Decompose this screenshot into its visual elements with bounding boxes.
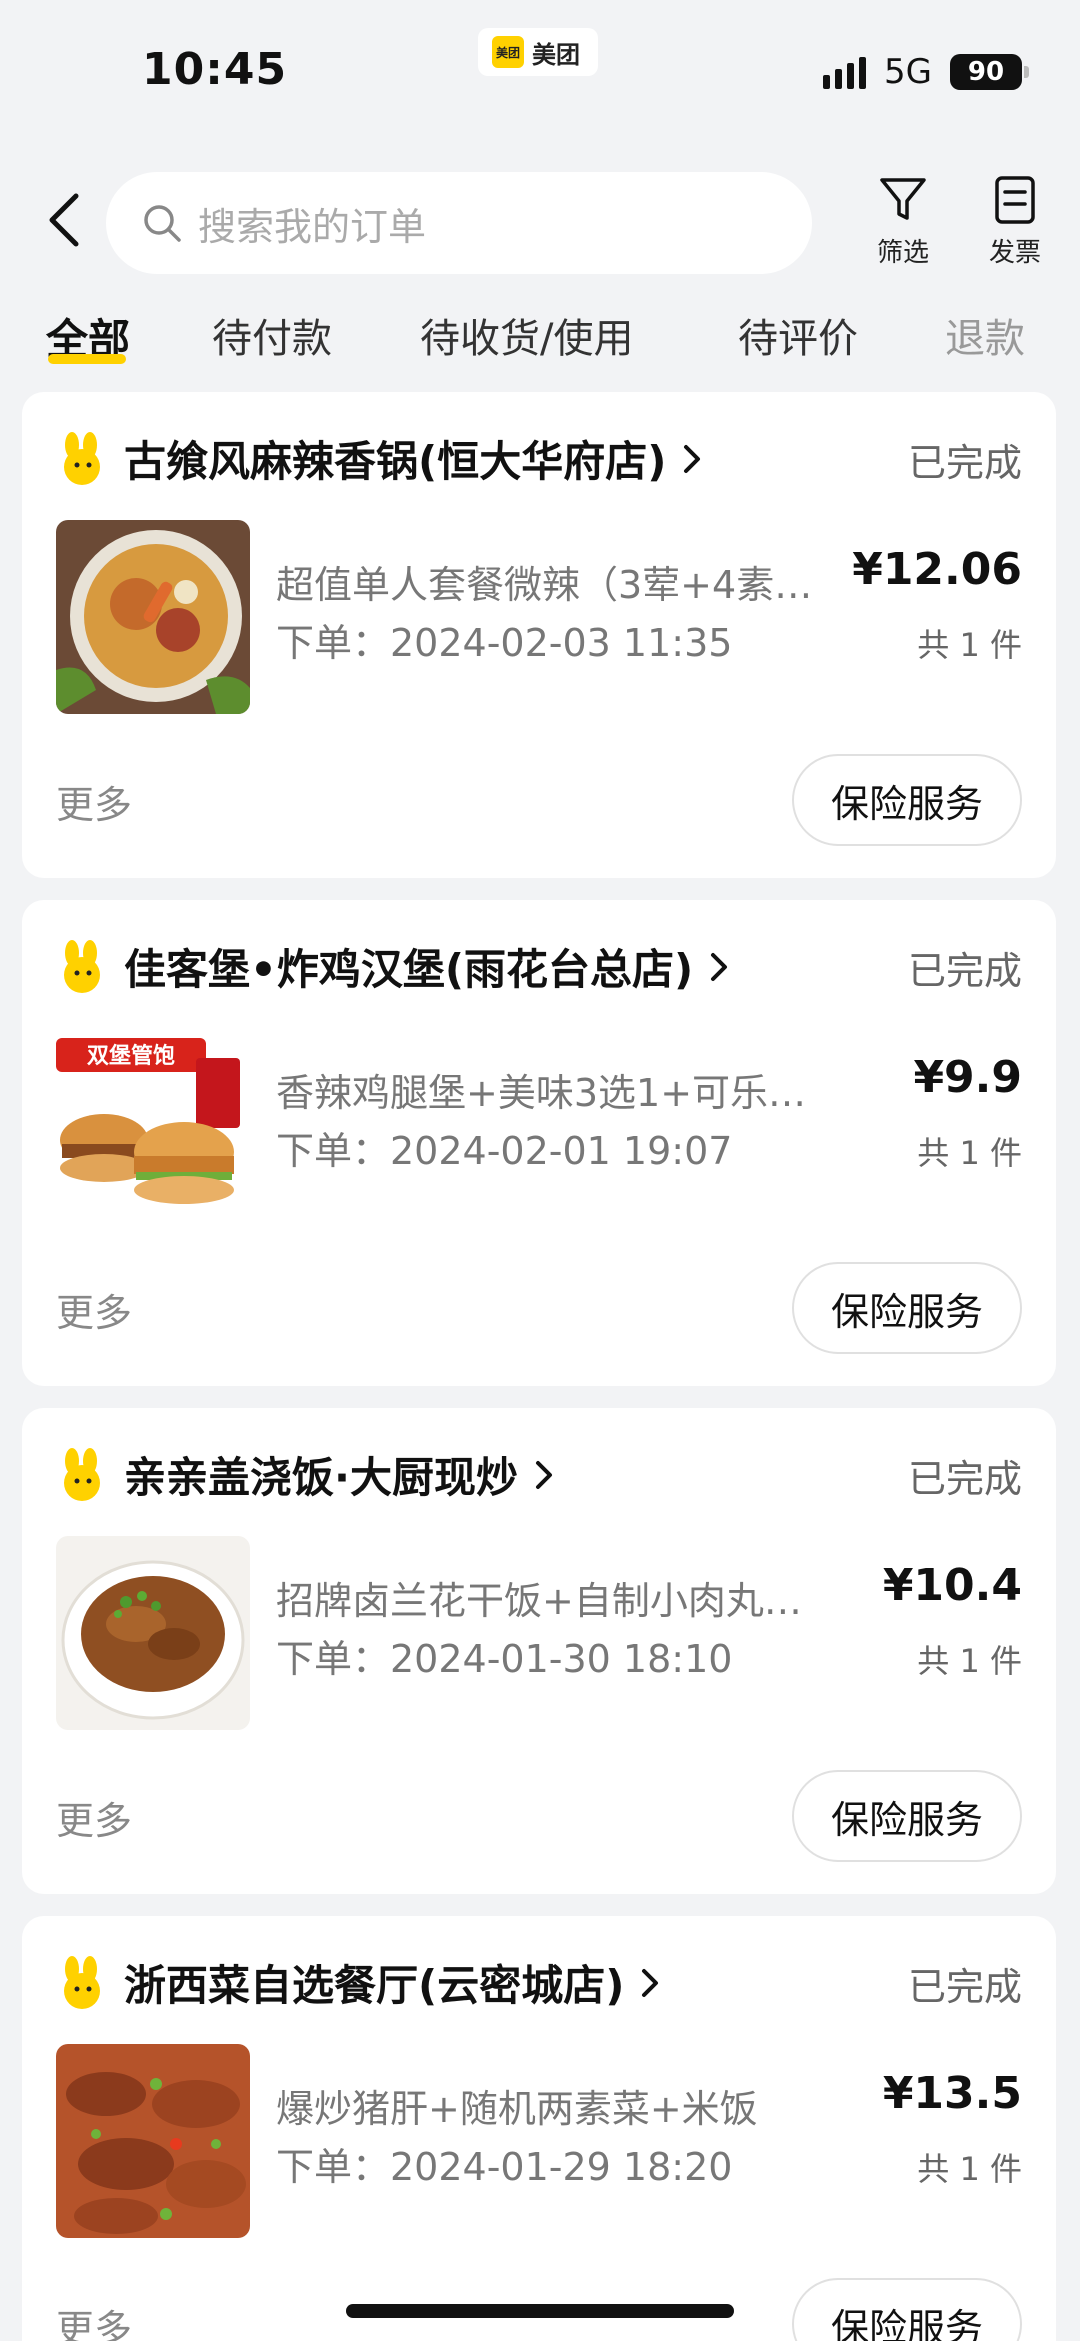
kangaroo-mascot-icon xyxy=(64,1447,100,1501)
order-price: ¥13.5 xyxy=(882,2068,1022,2119)
more-button[interactable]: 更多 xyxy=(56,774,132,829)
store-link[interactable]: 浙西菜自选餐厅(云密城店) xyxy=(58,1952,662,2013)
order-price: ¥9.9 xyxy=(913,1052,1022,1103)
order-time: 下单：2024-01-29 18:20 xyxy=(276,2145,733,2189)
battery-level: 90 xyxy=(967,57,1005,87)
insurance-service-button[interactable]: 保险服务 xyxy=(792,754,1022,846)
header: 搜索我的订单 筛选 发票 xyxy=(0,160,1080,290)
chevron-right-icon xyxy=(535,1460,552,1489)
invoice-icon xyxy=(995,176,1035,224)
item-name: 香辣鸡腿堡+美味3选1+可乐1杯 xyxy=(276,1071,816,1115)
order-card[interactable]: 佳客堡•炸鸡汉堡(雨花台总店) 已完成 双堡管饱 香辣鸡腿堡+美味3选1+可乐1… xyxy=(22,900,1056,1386)
network-type: 5G xyxy=(884,52,932,92)
tab-pending-payment[interactable]: 待付款 xyxy=(212,306,332,364)
more-button[interactable]: 更多 xyxy=(56,2298,132,2341)
store-link[interactable]: 亲亲盖浇饭·大厨现炒 xyxy=(58,1444,556,1505)
battery-icon: 90 xyxy=(950,54,1029,90)
status-indicators: 5G 90 xyxy=(823,52,1029,92)
store-link[interactable]: 古飨风麻辣香锅(恒大华府店) xyxy=(58,428,704,489)
item-name: 招牌卤兰花干饭+自制小肉丸+2个荤菜 xyxy=(276,1579,816,1623)
order-time: 下单：2024-02-01 19:07 xyxy=(276,1129,733,1173)
store-name: 浙西菜自选餐厅(云密城店) xyxy=(124,1961,625,2010)
store-link[interactable]: 佳客堡•炸鸡汉堡(雨花台总店) xyxy=(58,936,731,997)
status-time: 10:45 xyxy=(142,44,288,95)
kangaroo-mascot-icon xyxy=(64,431,100,485)
status-bar: 10:45 美团 美团 5G 90 xyxy=(0,0,1080,140)
filter-icon xyxy=(880,178,926,220)
filter-button[interactable]: 筛选 xyxy=(858,174,948,274)
order-card[interactable]: 亲亲盖浇饭·大厨现炒 已完成 招牌卤兰花干饭+自制小肉丸+2个荤菜 下单：202… xyxy=(22,1408,1056,1894)
kangaroo-mascot-icon xyxy=(64,1955,100,2009)
filter-label: 筛选 xyxy=(876,238,929,268)
store-name: 古飨风麻辣香锅(恒大华府店) xyxy=(124,437,667,486)
order-status: 已完成 xyxy=(907,441,1022,485)
order-card[interactable]: 浙西菜自选餐厅(云密城店) 已完成 爆炒猪肝+随机两素菜+米饭 下单：2024-… xyxy=(22,1916,1056,2341)
meituan-logo-icon: 美团 xyxy=(492,36,524,68)
order-tabs: 全部 待付款 待收货/使用 待评价 退款 xyxy=(0,290,1040,380)
order-card[interactable]: 古飨风麻辣香锅(恒大华府店) 已完成 超值单人套餐微辣（3荤+4素+米饭） 下单… xyxy=(22,392,1056,878)
burger-combo-thumbnail[interactable]: 双堡管饱 xyxy=(56,1028,250,1222)
tab-pending-review[interactable]: 待评价 xyxy=(738,306,858,364)
tab-refund[interactable]: 退款 xyxy=(945,306,1025,364)
search-placeholder: 搜索我的订单 xyxy=(198,204,427,249)
more-button[interactable]: 更多 xyxy=(56,1282,132,1337)
order-quantity: 共 1 件 xyxy=(917,2150,1022,2188)
search-input[interactable]: 搜索我的订单 xyxy=(106,172,812,274)
kangaroo-mascot-icon xyxy=(64,939,100,993)
search-icon xyxy=(144,205,181,242)
rice-bowl-thumbnail[interactable] xyxy=(56,1536,250,1730)
active-tab-indicator xyxy=(48,354,126,364)
thumbnail-promo-text: 双堡管饱 xyxy=(87,1043,175,1069)
item-name: 超值单人套餐微辣（3荤+4素+米饭） xyxy=(276,563,816,607)
chevron-right-icon xyxy=(642,1968,659,1997)
app-badge[interactable]: 美团 美团 xyxy=(478,28,598,76)
order-price: ¥10.4 xyxy=(882,1560,1022,1611)
order-status: 已完成 xyxy=(907,1965,1022,2009)
tab-pending-receipt[interactable]: 待收货/使用 xyxy=(420,306,633,364)
store-name: 佳客堡•炸鸡汉堡(雨花台总店) xyxy=(124,945,694,994)
order-status: 已完成 xyxy=(907,1457,1022,1501)
order-time: 下单：2024-02-03 11:35 xyxy=(276,621,733,665)
order-list-screen: 10:45 美团 美团 5G 90 搜索我的订单 筛选 发票 全部 待付款 待收… xyxy=(0,0,1080,2341)
order-quantity: 共 1 件 xyxy=(917,1134,1022,1172)
insurance-service-button[interactable]: 保险服务 xyxy=(792,2278,1022,2341)
spicy-hotpot-thumbnail[interactable] xyxy=(56,520,250,714)
stir-fry-thumbnail[interactable] xyxy=(56,2044,250,2238)
order-price: ¥12.06 xyxy=(852,544,1022,595)
chevron-right-icon xyxy=(684,444,701,473)
order-quantity: 共 1 件 xyxy=(917,1642,1022,1680)
order-quantity: 共 1 件 xyxy=(917,626,1022,664)
item-name: 爆炒猪肝+随机两素菜+米饭 xyxy=(276,2087,758,2131)
invoice-label: 发票 xyxy=(988,238,1041,268)
signal-icon xyxy=(823,55,867,89)
back-arrow-icon[interactable] xyxy=(42,190,92,250)
insurance-service-button[interactable]: 保险服务 xyxy=(792,1262,1022,1354)
home-indicator[interactable] xyxy=(346,2304,734,2318)
more-button[interactable]: 更多 xyxy=(56,1790,132,1845)
chevron-right-icon xyxy=(711,952,728,981)
order-time: 下单：2024-01-30 18:10 xyxy=(276,1637,733,1681)
invoice-button[interactable]: 发票 xyxy=(970,174,1060,274)
app-name: 美团 xyxy=(532,40,580,69)
order-status: 已完成 xyxy=(907,949,1022,993)
insurance-service-button[interactable]: 保险服务 xyxy=(792,1770,1022,1862)
store-name: 亲亲盖浇饭·大厨现炒 xyxy=(124,1453,518,1502)
